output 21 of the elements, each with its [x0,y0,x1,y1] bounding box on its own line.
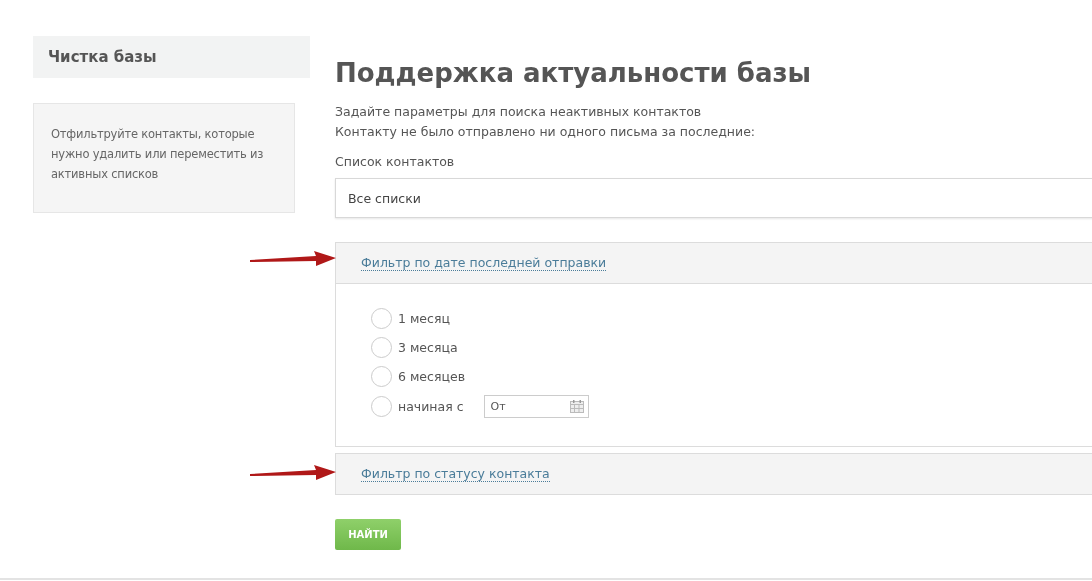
date-field[interactable]: От [483,395,589,418]
calendar-icon [569,400,584,413]
field-label: Список контактов [335,154,456,169]
info-text: Отфильтруйте контакты, которые нужно удалить или переместить из активных списков [51,126,265,183]
intro-text: Задайте параметры для поиска неактивных контактов [335,103,703,121]
radio-button[interactable] [371,337,392,358]
radio-button[interactable] [371,366,392,387]
arrow-icon [250,251,336,267]
option-label: 6 месяцев [398,369,465,384]
option-label: 3 месяца [398,340,458,355]
arrow-icon [250,465,336,481]
option-label: начиная с [398,399,464,414]
radio-button[interactable] [371,396,392,417]
radio-button[interactable] [371,308,392,329]
intro-text: Контакту не было отправлено ни одного письма за последние: [335,123,757,141]
contact-list-select[interactable]: Все списки [335,178,1092,218]
filter-link[interactable]: Фильтр по дате последней отправки [361,255,607,271]
option-label: 1 месяц [398,311,450,326]
filter-link[interactable]: Фильтр по статусу контакта [361,466,550,482]
sidebar-title: Чистка базы [33,36,310,78]
page-title: Поддержка актуальности базы [335,58,813,88]
